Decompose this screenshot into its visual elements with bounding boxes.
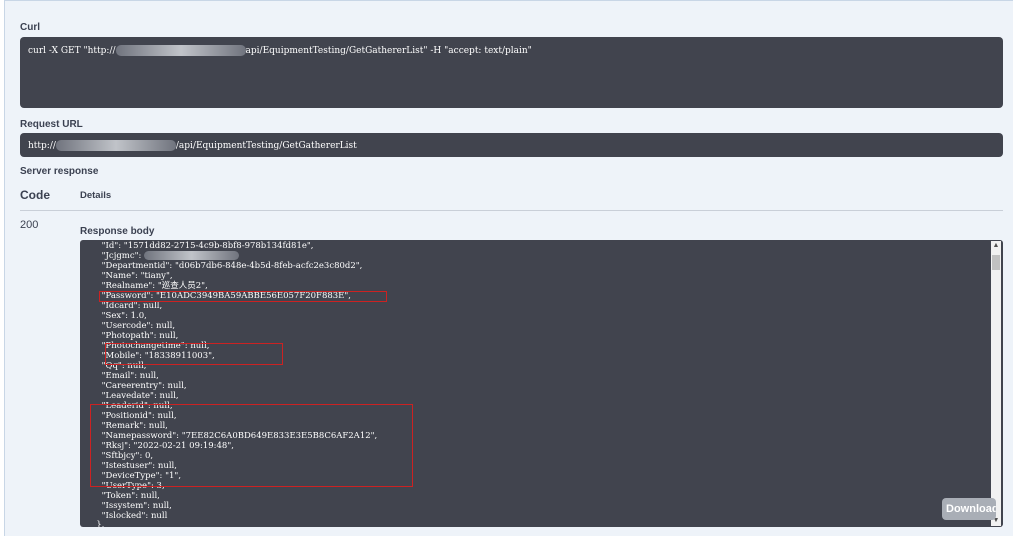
highlight-box-fields bbox=[90, 404, 413, 487]
code-column-header: Code bbox=[20, 188, 50, 202]
json-line: "Idcard": null, bbox=[80, 301, 163, 311]
curl-label: Curl bbox=[20, 22, 40, 33]
curl-command-suffix: api/EquipmentTesting/GetGathererList" -H… bbox=[245, 46, 532, 56]
json-line: "Leavedate": null, bbox=[80, 391, 179, 401]
scroll-thumb[interactable] bbox=[992, 255, 1000, 270]
json-line-text: "Jcjgmc": bbox=[80, 251, 142, 261]
status-code: 200 bbox=[20, 219, 39, 231]
json-line: "Id": "1571dd82-2715-4c9b-8bf8-978b134fd… bbox=[80, 241, 314, 251]
json-line: "Departmentid": "d06b7db6-848e-4b5d-8feb… bbox=[80, 261, 363, 271]
json-line: "Sex": 1.0, bbox=[80, 311, 147, 321]
json-line: "Jcjgmc": bbox=[80, 251, 240, 261]
download-button[interactable]: Download bbox=[942, 498, 996, 520]
response-scrollbar[interactable]: ▲ ▼ bbox=[991, 241, 1001, 526]
details-column-header: Details bbox=[80, 190, 112, 201]
json-line: "Photopath": null, bbox=[80, 331, 179, 341]
highlight-box-password bbox=[99, 291, 387, 302]
redacted-host-mask bbox=[55, 140, 176, 151]
request-url-block[interactable]: http:// /api/EquipmentTesting/GetGatherer… bbox=[20, 133, 1003, 157]
curl-command-prefix: curl -X GET "http:// bbox=[28, 46, 116, 56]
json-line: "Name": "tiany", bbox=[80, 271, 173, 281]
json-line: "Token": null, bbox=[80, 491, 160, 501]
scroll-up-arrow-icon[interactable]: ▲ bbox=[991, 241, 1001, 251]
json-line: "Usercode": null, bbox=[80, 321, 176, 331]
request-url-prefix: http:// bbox=[28, 141, 56, 151]
highlight-box-mobile bbox=[105, 343, 283, 365]
json-line: }, bbox=[80, 520, 105, 527]
request-url-suffix: /api/EquipmentTesting/GetGathererList bbox=[175, 141, 357, 151]
redacted-value-mask bbox=[144, 251, 240, 260]
response-body-label: Response body bbox=[80, 226, 155, 237]
json-line: "Careerentry": null, bbox=[80, 381, 187, 391]
request-url-label: Request URL bbox=[20, 119, 83, 130]
json-line: "Email": null, bbox=[80, 371, 159, 381]
json-line: "Realname": "巡查人员2", bbox=[80, 281, 208, 291]
server-response-label: Server response bbox=[20, 166, 99, 177]
json-line: "Issystem": null, bbox=[80, 501, 172, 511]
response-body[interactable]: "Id": "1571dd82-2715-4c9b-8bf8-978b134fd… bbox=[80, 240, 1003, 527]
curl-command-block[interactable]: curl -X GET "http:// api/EquipmentTesting… bbox=[20, 37, 1003, 108]
table-divider bbox=[20, 210, 1003, 211]
redacted-host-mask bbox=[115, 45, 246, 56]
